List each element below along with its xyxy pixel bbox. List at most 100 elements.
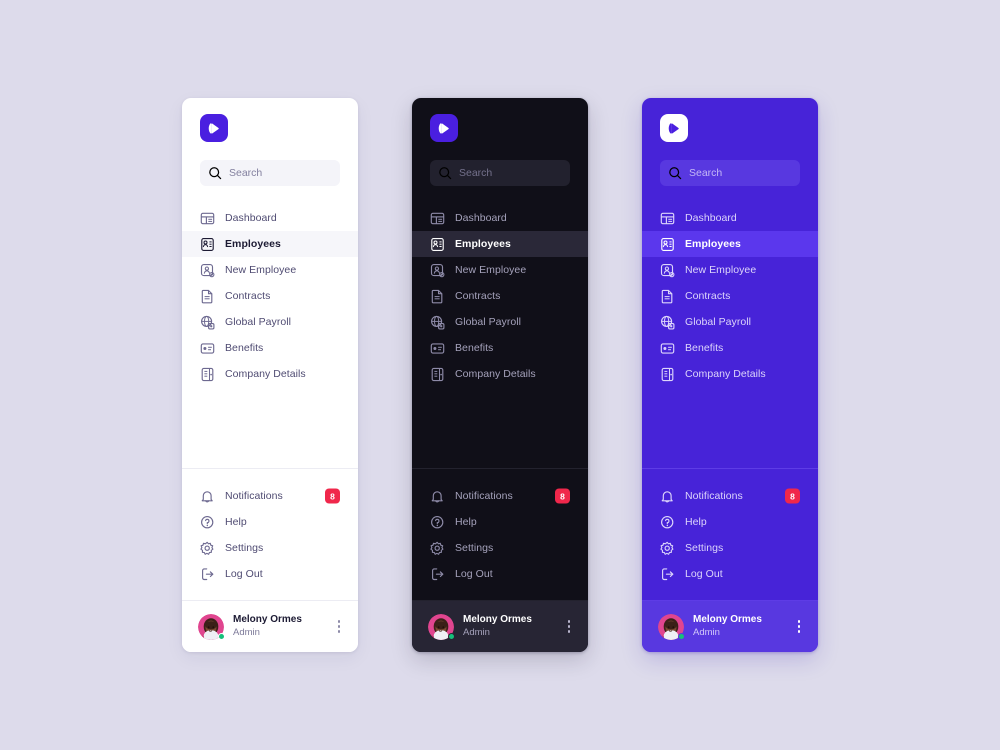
secondary-navigation: Notifications 8 Help Settings Log Out <box>412 469 588 600</box>
nav-item-icon <box>660 341 675 356</box>
sidebar-item-benefits[interactable]: Benefits <box>182 335 358 361</box>
nav-item-icon <box>660 263 675 278</box>
sidebar-item-notifications[interactable]: Notifications 8 <box>182 483 358 509</box>
bell-icon <box>201 490 213 502</box>
dashboard-icon <box>430 212 445 224</box>
sidebar-item-employees[interactable]: Employees <box>182 231 358 257</box>
bell-icon <box>431 490 443 502</box>
sidebar-item-new-employee[interactable]: New Employee <box>412 257 588 283</box>
nav-item-icon <box>430 567 445 582</box>
globe-payroll-icon <box>201 315 215 329</box>
sidebar-item-log-out[interactable]: Log Out <box>182 561 358 587</box>
search-input[interactable] <box>459 167 562 179</box>
sidebar-item-company-details[interactable]: Company Details <box>642 361 818 387</box>
bell-icon <box>661 490 673 502</box>
sidebar-item-new-employee[interactable]: New Employee <box>182 257 358 283</box>
nav-item-icon <box>430 211 445 226</box>
user-name: Melony Ormes <box>693 614 762 626</box>
nav-item-icon <box>430 289 445 304</box>
sidebar-item-settings[interactable]: Settings <box>642 535 818 561</box>
search-box[interactable] <box>430 160 570 186</box>
employees-badge-icon <box>661 237 674 251</box>
user-footer[interactable]: Melony Ormes Admin <box>642 601 818 652</box>
nav-item-icon <box>430 541 445 556</box>
app-logo[interactable] <box>430 114 458 142</box>
sidebar-item-company-details[interactable]: Company Details <box>182 361 358 387</box>
search-wrap <box>412 160 588 186</box>
sidebar-item-contracts[interactable]: Contracts <box>182 283 358 309</box>
nav-item-label: Dashboard <box>685 212 737 224</box>
sidebar-item-company-details[interactable]: Company Details <box>412 361 588 387</box>
sidebar-item-log-out[interactable]: Log Out <box>412 561 588 587</box>
user-footer[interactable]: Melony Ormes Admin <box>412 601 588 652</box>
sidebar-item-help[interactable]: Help <box>412 509 588 535</box>
sidebar-item-global-payroll[interactable]: Global Payroll <box>182 309 358 335</box>
avatar[interactable] <box>198 614 225 640</box>
search-box[interactable] <box>660 160 800 186</box>
nav-item-icon <box>430 367 445 382</box>
nav-item-icon <box>200 315 215 330</box>
light-sidebar: Dashboard Employees New Employee Contrac… <box>182 98 358 652</box>
app-logo[interactable] <box>200 114 228 142</box>
sidebar-item-dashboard[interactable]: Dashboard <box>642 205 818 231</box>
search-input[interactable] <box>689 167 792 179</box>
primary-navigation: Dashboard Employees New Employee Contrac… <box>412 186 588 468</box>
sidebar-item-settings[interactable]: Settings <box>182 535 358 561</box>
sidebar-item-benefits[interactable]: Benefits <box>412 335 588 361</box>
dashboard-icon <box>200 212 215 224</box>
nav-item-icon <box>660 211 675 226</box>
sidebar-item-global-payroll[interactable]: Global Payroll <box>642 309 818 335</box>
sidebar-item-dashboard[interactable]: Dashboard <box>182 205 358 231</box>
company-building-icon <box>431 367 444 381</box>
sidebar-item-settings[interactable]: Settings <box>412 535 588 561</box>
sidebar-item-notifications[interactable]: Notifications 8 <box>412 483 588 509</box>
search-wrap <box>642 160 818 186</box>
search-input[interactable] <box>229 167 332 179</box>
user-footer[interactable]: Melony Ormes Admin <box>182 601 358 652</box>
gear-icon <box>660 541 674 555</box>
search-box[interactable] <box>200 160 340 186</box>
kebab-menu-icon[interactable] <box>336 616 343 637</box>
online-status-dot <box>678 632 685 640</box>
kebab-menu-icon[interactable] <box>566 616 573 637</box>
globe-payroll-icon <box>431 315 445 329</box>
sidebar-item-new-employee[interactable]: New Employee <box>642 257 818 283</box>
dark-sidebar: Dashboard Employees New Employee Contrac… <box>412 98 588 652</box>
kebab-menu-icon[interactable] <box>796 616 803 637</box>
sidebar-item-help[interactable]: Help <box>182 509 358 535</box>
logo-row <box>642 98 818 160</box>
avatar[interactable] <box>658 614 685 640</box>
sidebar-item-employees[interactable]: Employees <box>642 231 818 257</box>
nav-item-label: Help <box>225 516 247 528</box>
sidebar-item-dashboard[interactable]: Dashboard <box>412 205 588 231</box>
sidebar-item-contracts[interactable]: Contracts <box>412 283 588 309</box>
new-employee-icon <box>200 263 215 277</box>
contract-document-icon <box>201 289 213 303</box>
nav-item-label: Contracts <box>685 290 731 302</box>
avatar[interactable] <box>428 614 455 640</box>
notification-count-badge: 8 <box>555 488 570 504</box>
sidebar-item-contracts[interactable]: Contracts <box>642 283 818 309</box>
nav-item-label: Employees <box>685 238 741 250</box>
nav-item-label: Settings <box>225 542 264 554</box>
new-employee-icon <box>660 263 675 277</box>
sidebar-item-global-payroll[interactable]: Global Payroll <box>412 309 588 335</box>
online-status-dot <box>448 632 455 640</box>
nav-item-label: Company Details <box>455 368 536 380</box>
employees-badge-icon <box>431 237 444 251</box>
sidebar-item-log-out[interactable]: Log Out <box>642 561 818 587</box>
sidebar-item-help[interactable]: Help <box>642 509 818 535</box>
user-info: Melony Ormes Admin <box>463 614 557 638</box>
sidebar-item-employees[interactable]: Employees <box>412 231 588 257</box>
logo-row <box>412 98 588 160</box>
benefits-card-icon <box>200 342 215 354</box>
primary-navigation: Dashboard Employees New Employee Contrac… <box>182 186 358 468</box>
sidebar-item-benefits[interactable]: Benefits <box>642 335 818 361</box>
nav-item-label: Log Out <box>685 568 723 580</box>
app-logo[interactable] <box>660 114 688 142</box>
sidebar-item-notifications[interactable]: Notifications 8 <box>642 483 818 509</box>
user-name: Melony Ormes <box>463 614 532 626</box>
nav-item-label: New Employee <box>225 264 297 276</box>
dashboard-icon <box>660 212 675 224</box>
nav-item-label: Notifications <box>455 490 513 502</box>
